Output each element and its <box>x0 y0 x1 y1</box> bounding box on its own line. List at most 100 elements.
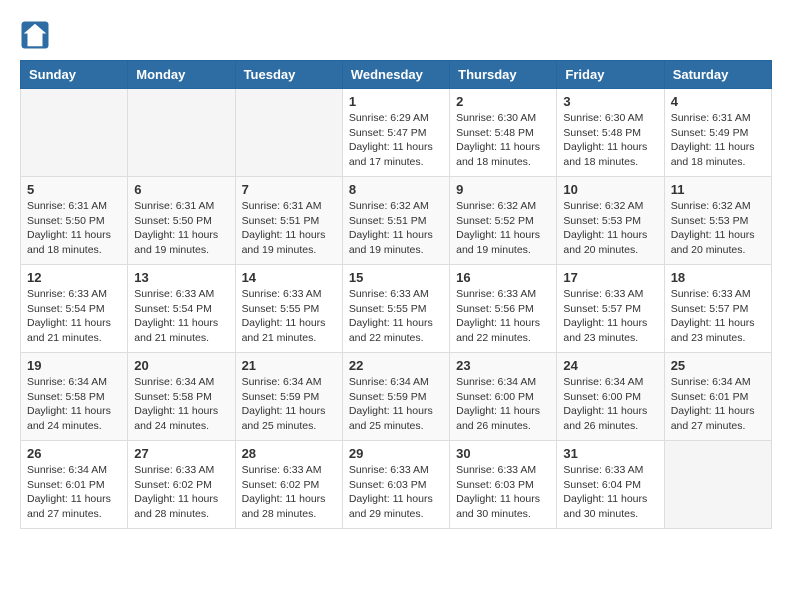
day-info: Sunrise: 6:33 AM Sunset: 5:55 PM Dayligh… <box>242 287 336 346</box>
week-row-1: 1 Sunrise: 6:29 AM Sunset: 5:47 PM Daylig… <box>21 89 772 177</box>
day-number: 5 <box>27 182 121 197</box>
day-info: Sunrise: 6:34 AM Sunset: 5:59 PM Dayligh… <box>242 375 336 434</box>
day-number: 10 <box>563 182 657 197</box>
calendar-table: SundayMondayTuesdayWednesdayThursdayFrid… <box>20 60 772 529</box>
column-header-thursday: Thursday <box>450 61 557 89</box>
day-info: Sunrise: 6:33 AM Sunset: 6:03 PM Dayligh… <box>349 463 443 522</box>
calendar-cell: 9Sunrise: 6:32 AM Sunset: 5:52 PM Daylig… <box>450 177 557 265</box>
day-info: Sunrise: 6:31 AM Sunset: 5:50 PM Dayligh… <box>134 199 228 258</box>
day-number: 16 <box>456 270 550 285</box>
day-number: 21 <box>242 358 336 373</box>
day-number: 27 <box>134 446 228 461</box>
column-header-saturday: Saturday <box>664 61 771 89</box>
day-info: Sunrise: 6:31 AM Sunset: 5:50 PM Dayligh… <box>27 199 121 258</box>
day-info: Sunrise: 6:29 AM Sunset: 5:47 PM Dayligh… <box>349 111 443 170</box>
day-number: 18 <box>671 270 765 285</box>
calendar-cell: 4 Sunrise: 6:31 AM Sunset: 5:49 PM Daylig… <box>664 89 771 177</box>
day-info: Sunrise: 6:34 AM Sunset: 6:00 PM Dayligh… <box>456 375 550 434</box>
calendar-cell: 25Sunrise: 6:34 AM Sunset: 6:01 PM Dayli… <box>664 353 771 441</box>
day-info: Sunrise: 6:33 AM Sunset: 5:54 PM Dayligh… <box>27 287 121 346</box>
day-number: 28 <box>242 446 336 461</box>
day-info: Sunrise: 6:33 AM Sunset: 5:57 PM Dayligh… <box>671 287 765 346</box>
day-info: Sunrise: 6:32 AM Sunset: 5:52 PM Dayligh… <box>456 199 550 258</box>
day-info: Sunrise: 6:33 AM Sunset: 5:55 PM Dayligh… <box>349 287 443 346</box>
day-info: Sunrise: 6:32 AM Sunset: 5:51 PM Dayligh… <box>349 199 443 258</box>
calendar-cell: 28 Sunrise: 6:33 AM Sunset: 6:02 PM Dayli… <box>235 441 342 529</box>
calendar-cell: 31 Sunrise: 6:33 AM Sunset: 6:04 PM Dayli… <box>557 441 664 529</box>
day-info: Sunrise: 6:30 AM Sunset: 5:48 PM Dayligh… <box>563 111 657 170</box>
calendar-cell: 6 Sunrise: 6:31 AM Sunset: 5:50 PM Daylig… <box>128 177 235 265</box>
day-info: Sunrise: 6:31 AM Sunset: 5:51 PM Dayligh… <box>242 199 336 258</box>
calendar-cell: 1 Sunrise: 6:29 AM Sunset: 5:47 PM Daylig… <box>342 89 449 177</box>
day-number: 2 <box>456 94 550 109</box>
day-number: 7 <box>242 182 336 197</box>
day-number: 14 <box>242 270 336 285</box>
calendar-cell: 29 Sunrise: 6:33 AM Sunset: 6:03 PM Dayli… <box>342 441 449 529</box>
day-info: Sunrise: 6:33 AM Sunset: 6:03 PM Dayligh… <box>456 463 550 522</box>
calendar-cell: 24 Sunrise: 6:34 AM Sunset: 6:00 PM Dayli… <box>557 353 664 441</box>
week-row-2: 5 Sunrise: 6:31 AM Sunset: 5:50 PM Daylig… <box>21 177 772 265</box>
calendar-cell: 26 Sunrise: 6:34 AM Sunset: 6:01 PM Dayli… <box>21 441 128 529</box>
day-info: Sunrise: 6:33 AM Sunset: 6:02 PM Dayligh… <box>134 463 228 522</box>
calendar-cell: 10 Sunrise: 6:32 AM Sunset: 5:53 PM Dayli… <box>557 177 664 265</box>
column-header-wednesday: Wednesday <box>342 61 449 89</box>
day-info: Sunrise: 6:33 AM Sunset: 5:54 PM Dayligh… <box>134 287 228 346</box>
day-number: 26 <box>27 446 121 461</box>
day-info: Sunrise: 6:33 AM Sunset: 6:04 PM Dayligh… <box>563 463 657 522</box>
calendar-cell: 15 Sunrise: 6:33 AM Sunset: 5:55 PM Dayli… <box>342 265 449 353</box>
page-header <box>20 20 772 50</box>
calendar-cell <box>128 89 235 177</box>
calendar-cell: 3 Sunrise: 6:30 AM Sunset: 5:48 PM Daylig… <box>557 89 664 177</box>
week-row-5: 26 Sunrise: 6:34 AM Sunset: 6:01 PM Dayli… <box>21 441 772 529</box>
calendar-cell: 23 Sunrise: 6:34 AM Sunset: 6:00 PM Dayli… <box>450 353 557 441</box>
day-info: Sunrise: 6:33 AM Sunset: 5:57 PM Dayligh… <box>563 287 657 346</box>
day-number: 24 <box>563 358 657 373</box>
day-info: Sunrise: 6:33 AM Sunset: 6:02 PM Dayligh… <box>242 463 336 522</box>
column-header-tuesday: Tuesday <box>235 61 342 89</box>
calendar-cell: 14 Sunrise: 6:33 AM Sunset: 5:55 PM Dayli… <box>235 265 342 353</box>
day-number: 17 <box>563 270 657 285</box>
day-info: Sunrise: 6:34 AM Sunset: 6:01 PM Dayligh… <box>671 375 765 434</box>
calendar-cell: 18 Sunrise: 6:33 AM Sunset: 5:57 PM Dayli… <box>664 265 771 353</box>
calendar-cell: 19Sunrise: 6:34 AM Sunset: 5:58 PM Dayli… <box>21 353 128 441</box>
day-number: 22 <box>349 358 443 373</box>
week-row-4: 19Sunrise: 6:34 AM Sunset: 5:58 PM Dayli… <box>21 353 772 441</box>
calendar-cell: 7 Sunrise: 6:31 AM Sunset: 5:51 PM Daylig… <box>235 177 342 265</box>
day-info: Sunrise: 6:32 AM Sunset: 5:53 PM Dayligh… <box>563 199 657 258</box>
day-info: Sunrise: 6:34 AM Sunset: 5:58 PM Dayligh… <box>27 375 121 434</box>
logo <box>20 20 54 50</box>
logo-icon <box>20 20 50 50</box>
day-info: Sunrise: 6:32 AM Sunset: 5:53 PM Dayligh… <box>671 199 765 258</box>
day-number: 29 <box>349 446 443 461</box>
day-number: 30 <box>456 446 550 461</box>
day-info: Sunrise: 6:31 AM Sunset: 5:49 PM Dayligh… <box>671 111 765 170</box>
calendar-header-row: SundayMondayTuesdayWednesdayThursdayFrid… <box>21 61 772 89</box>
calendar-cell <box>21 89 128 177</box>
day-info: Sunrise: 6:34 AM Sunset: 5:59 PM Dayligh… <box>349 375 443 434</box>
day-number: 31 <box>563 446 657 461</box>
day-number: 4 <box>671 94 765 109</box>
calendar-cell: 20 Sunrise: 6:34 AM Sunset: 5:58 PM Dayli… <box>128 353 235 441</box>
calendar-cell: 13 Sunrise: 6:33 AM Sunset: 5:54 PM Dayli… <box>128 265 235 353</box>
day-number: 23 <box>456 358 550 373</box>
calendar-cell: 5 Sunrise: 6:31 AM Sunset: 5:50 PM Daylig… <box>21 177 128 265</box>
column-header-sunday: Sunday <box>21 61 128 89</box>
day-number: 8 <box>349 182 443 197</box>
day-info: Sunrise: 6:34 AM Sunset: 5:58 PM Dayligh… <box>134 375 228 434</box>
day-number: 1 <box>349 94 443 109</box>
calendar-cell: 2 Sunrise: 6:30 AM Sunset: 5:48 PM Daylig… <box>450 89 557 177</box>
day-info: Sunrise: 6:34 AM Sunset: 6:00 PM Dayligh… <box>563 375 657 434</box>
day-number: 13 <box>134 270 228 285</box>
calendar-cell: 11Sunrise: 6:32 AM Sunset: 5:53 PM Dayli… <box>664 177 771 265</box>
day-number: 6 <box>134 182 228 197</box>
column-header-friday: Friday <box>557 61 664 89</box>
calendar-cell <box>664 441 771 529</box>
day-info: Sunrise: 6:30 AM Sunset: 5:48 PM Dayligh… <box>456 111 550 170</box>
day-number: 20 <box>134 358 228 373</box>
calendar-cell: 17 Sunrise: 6:33 AM Sunset: 5:57 PM Dayli… <box>557 265 664 353</box>
day-number: 3 <box>563 94 657 109</box>
calendar-cell: 12Sunrise: 6:33 AM Sunset: 5:54 PM Dayli… <box>21 265 128 353</box>
day-number: 15 <box>349 270 443 285</box>
day-info: Sunrise: 6:34 AM Sunset: 6:01 PM Dayligh… <box>27 463 121 522</box>
calendar-cell: 30 Sunrise: 6:33 AM Sunset: 6:03 PM Dayli… <box>450 441 557 529</box>
